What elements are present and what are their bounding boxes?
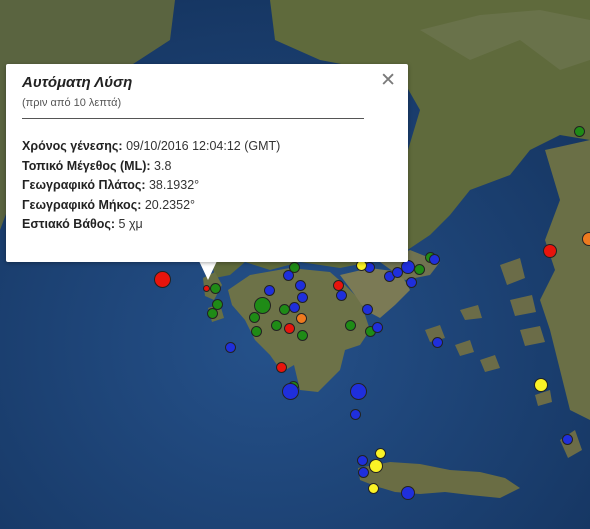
earthquake-details: Χρόνος γένεσης: 09/10/2016 12:04:12 (GMT… — [22, 137, 280, 235]
earthquake-marker[interactable] — [296, 313, 307, 324]
longitude-row: Γεωγραφικό Μήκος: 20.2352° — [22, 196, 280, 216]
earthquake-marker[interactable] — [358, 467, 369, 478]
earthquake-marker[interactable] — [432, 337, 443, 348]
earthquake-marker[interactable] — [249, 312, 260, 323]
earthquake-marker[interactable] — [282, 383, 299, 400]
magnitude-row: Τοπικό Μέγεθος (ML): 3.8 — [22, 157, 280, 177]
earthquake-marker[interactable] — [543, 244, 557, 258]
longitude-label: Γεωγραφικό Μήκος: — [22, 197, 142, 212]
earthquake-marker[interactable] — [289, 302, 300, 313]
earthquake-marker[interactable] — [350, 409, 361, 420]
magnitude-value: 3.8 — [150, 158, 172, 173]
earthquake-marker[interactable] — [225, 342, 236, 353]
info-window-title: Αυτόματη Λύση — [22, 74, 133, 91]
earthquake-marker[interactable] — [534, 378, 548, 392]
earthquake-marker[interactable] — [582, 232, 590, 246]
earthquake-marker[interactable] — [289, 262, 300, 273]
earthquake-marker[interactable] — [357, 455, 368, 466]
earthquake-marker[interactable] — [369, 459, 383, 473]
earthquake-marker[interactable] — [345, 320, 356, 331]
earthquake-marker[interactable] — [297, 292, 308, 303]
depth-row: Εστιακό Βάθος: 5 χμ — [22, 215, 280, 235]
map-view[interactable]: ✕ Αυτόματη Λύση (πριν από 10 λεπτά) Χρόν… — [0, 0, 590, 529]
earthquake-marker[interactable] — [297, 330, 308, 341]
earthquake-marker[interactable] — [406, 277, 417, 288]
latitude-label: Γεωγραφικό Πλάτος: — [22, 178, 146, 192]
magnitude-label: Τοπικό Μέγεθος (ML): — [22, 158, 151, 173]
earthquake-marker[interactable] — [276, 362, 287, 373]
earthquake-marker[interactable] — [350, 383, 367, 400]
depth-value: 5 χμ — [115, 217, 143, 231]
origin-time-value: 09/10/2016 12:04:12 (GMT) — [122, 139, 281, 153]
earthquake-marker[interactable] — [203, 285, 210, 292]
earthquake-marker[interactable] — [154, 271, 171, 288]
earthquake-marker[interactable] — [562, 434, 573, 445]
earthquake-marker[interactable] — [336, 290, 347, 301]
info-window-subtitle: (πριν από 10 λεπτά) — [22, 97, 122, 109]
divider — [22, 118, 364, 119]
earthquake-marker[interactable] — [251, 326, 262, 337]
latitude-row: Γεωγραφικό Πλάτος: 38.1932° — [22, 176, 280, 196]
earthquake-marker[interactable] — [392, 267, 403, 278]
earthquake-marker[interactable] — [295, 280, 306, 291]
depth-label: Εστιακό Βάθος: — [22, 217, 116, 231]
earthquake-marker[interactable] — [368, 483, 379, 494]
earthquake-marker[interactable] — [362, 304, 373, 315]
close-icon[interactable]: ✕ — [380, 71, 396, 90]
earthquake-marker[interactable] — [372, 322, 383, 333]
earthquake-marker[interactable] — [574, 126, 585, 137]
earthquake-marker[interactable] — [284, 323, 295, 334]
origin-time-row: Χρόνος γένεσης: 09/10/2016 12:04:12 (GMT… — [22, 137, 280, 157]
earthquake-info-window: ✕ Αυτόματη Λύση (πριν από 10 λεπτά) Χρόν… — [6, 64, 408, 262]
earthquake-marker[interactable] — [207, 308, 218, 319]
earthquake-marker[interactable] — [375, 448, 386, 459]
earthquake-marker[interactable] — [401, 260, 415, 274]
earthquake-marker[interactable] — [210, 283, 221, 294]
earthquake-marker[interactable] — [401, 486, 415, 500]
latitude-value: 38.1932° — [145, 178, 200, 192]
info-window-pointer — [199, 261, 217, 280]
earthquake-marker[interactable] — [414, 264, 425, 275]
origin-time-label: Χρόνος γένεσης: — [22, 139, 123, 153]
earthquake-marker[interactable] — [264, 285, 275, 296]
earthquake-marker[interactable] — [429, 254, 440, 265]
earthquake-marker[interactable] — [271, 320, 282, 331]
longitude-value: 20.2352° — [141, 197, 196, 212]
